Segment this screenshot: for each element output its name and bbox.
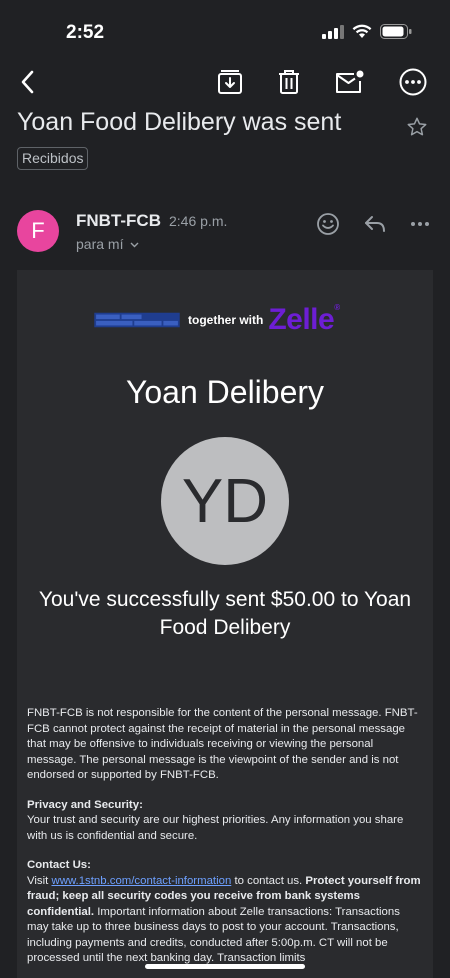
sender-avatar-initial: F <box>31 218 45 243</box>
contact-visit-text: Visit <box>27 874 49 887</box>
chevron-down-icon <box>130 242 139 248</box>
back-arrow-icon <box>21 70 34 94</box>
more-horizontal-icon <box>411 222 429 226</box>
star-outline-icon <box>407 117 427 136</box>
contact-section: Contact Us: Visit www.1stnb.com/contact-… <box>27 858 423 967</box>
contact-heading: Contact Us: <box>27 859 91 871</box>
mail-unread-icon <box>336 70 364 93</box>
trash-icon <box>279 70 299 94</box>
sent-time: 2:46 p.m. <box>169 213 228 229</box>
more-options-button[interactable] <box>395 64 431 100</box>
privacy-text: Your trust and security are our highest … <box>27 814 404 842</box>
archive-icon <box>218 70 242 94</box>
zelle-logo-text: Zelle <box>268 303 335 336</box>
inbox-label-chip[interactable]: Recibidos <box>17 147 89 170</box>
emoji-reaction-button[interactable] <box>314 210 342 238</box>
brand-header: together with Zelle® <box>90 302 340 338</box>
reply-button[interactable] <box>361 210 389 238</box>
smiley-icon <box>317 213 339 235</box>
cellular-signal-icon <box>322 24 344 39</box>
payment-success-message: You've successfully sent $50.00 to Yoan … <box>38 588 412 639</box>
status-time: 2:52 <box>66 22 105 43</box>
payee-initials-avatar: YD <box>161 437 289 565</box>
disclaimer-paragraph: FNBT-FCB is not responsible for the cont… <box>27 707 418 781</box>
reply-icon <box>365 216 385 232</box>
wifi-icon <box>352 24 372 38</box>
contact-link[interactable]: www.1stnb.com/contact-information <box>52 875 232 887</box>
recipient-details-toggle[interactable]: para mí <box>76 236 139 252</box>
contact-to-us-text: to contact us. <box>234 874 303 887</box>
bank-logo <box>94 312 180 328</box>
home-indicator[interactable] <box>145 964 305 969</box>
email-subject: Yoan Food Delibery was sent <box>17 108 342 136</box>
zelle-logo: Zelle® <box>268 303 340 337</box>
sender-avatar[interactable]: F <box>17 210 59 252</box>
star-button[interactable] <box>406 116 428 143</box>
payee-name: Yoan Delibery <box>125 374 325 410</box>
email-body: together with Zelle® Yoan Delibery YD Yo… <box>17 270 433 978</box>
payee-initials: YD <box>181 466 269 536</box>
email-toolbar <box>0 58 450 104</box>
registered-mark-icon: ® <box>334 303 340 312</box>
battery-icon <box>380 24 412 39</box>
more-horizontal-circle-icon <box>399 68 427 96</box>
archive-button[interactable] <box>212 64 248 100</box>
privacy-section: Privacy and Security: Your trust and sec… <box>27 798 423 845</box>
privacy-heading: Privacy and Security: <box>27 798 143 811</box>
status-bar: 2:52 <box>0 0 450 58</box>
back-button[interactable] <box>10 64 46 100</box>
status-icons <box>322 24 412 39</box>
legal-text: FNBT-FCB is not responsible for the cont… <box>27 706 423 978</box>
sender-name[interactable]: FNBT-FCB <box>76 211 161 231</box>
mark-unread-button[interactable] <box>331 64 367 100</box>
delete-button[interactable] <box>271 64 307 100</box>
message-more-button[interactable] <box>406 210 434 238</box>
together-with-text: together with <box>188 313 264 327</box>
recipient-text: para mí <box>76 236 124 252</box>
